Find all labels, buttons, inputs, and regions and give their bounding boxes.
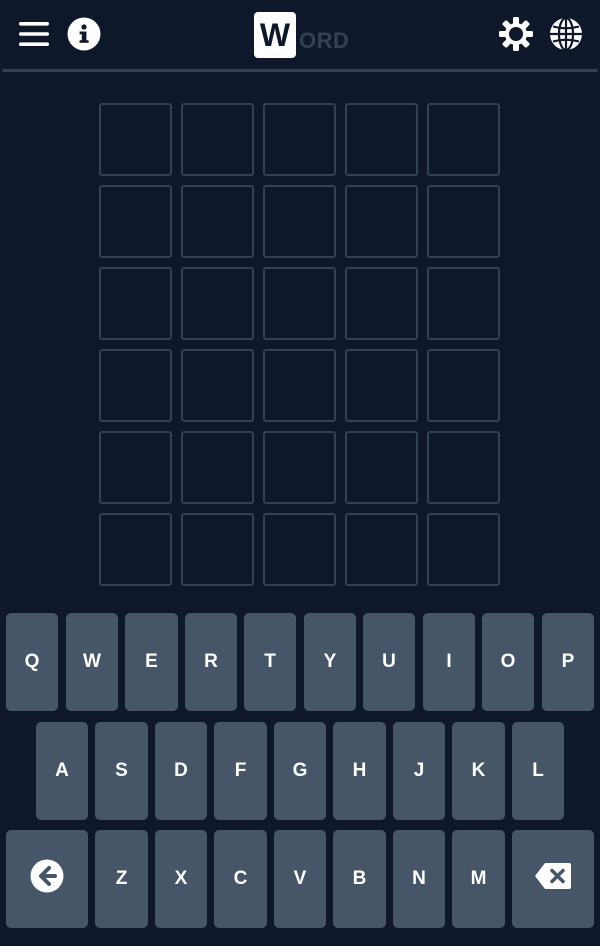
board-tile [345,513,418,586]
board-tile [263,267,336,340]
keyboard-row-1: Q W E R T Y U I O P [0,613,600,711]
key-q[interactable]: Q [6,613,58,711]
language-button[interactable] [547,16,585,57]
key-f[interactable]: F [214,722,267,820]
board-tile [181,185,254,258]
key-l[interactable]: L [512,722,564,820]
key-d[interactable]: D [155,722,207,820]
key-j[interactable]: J [393,722,445,820]
board-tile [345,103,418,176]
board-tile [263,513,336,586]
key-h[interactable]: H [333,722,386,820]
board-tile [263,103,336,176]
keyboard-row-3: Z X C V B N M [0,830,600,928]
game-board [99,103,500,586]
backspace-key[interactable] [512,830,594,928]
board-tile [99,431,172,504]
board-tile [345,349,418,422]
board-tile [427,431,500,504]
settings-button[interactable] [497,16,535,57]
key-i[interactable]: I [423,613,475,711]
board-tile [99,267,172,340]
key-b[interactable]: B [333,830,386,928]
board-tile [345,185,418,258]
key-a[interactable]: A [36,722,88,820]
app-header: W ORD [0,0,600,72]
key-o[interactable]: O [482,613,534,711]
key-m[interactable]: M [452,830,505,928]
key-s[interactable]: S [95,722,148,820]
board-tile [263,431,336,504]
info-icon [67,17,101,56]
board-tile [427,267,500,340]
board-tile [99,349,172,422]
key-k[interactable]: K [452,722,505,820]
key-v[interactable]: V [274,830,326,928]
board-tile [345,267,418,340]
key-t[interactable]: T [244,613,296,711]
board-tile [181,513,254,586]
key-g[interactable]: G [274,722,326,820]
board-tile [99,513,172,586]
globe-icon [548,16,584,57]
board-tile [427,185,500,258]
key-x[interactable]: X [155,830,207,928]
key-w[interactable]: W [66,613,118,711]
board-tile [345,431,418,504]
board-tile [181,431,254,504]
keyboard-row-2: A S D F G H J K L [0,722,600,820]
board-tile [263,185,336,258]
gear-icon [498,16,534,57]
key-c[interactable]: C [214,830,267,928]
key-n[interactable]: N [393,830,445,928]
enter-key[interactable] [6,830,88,928]
info-button[interactable] [66,17,102,56]
key-u[interactable]: U [363,613,415,711]
board-tile [181,103,254,176]
app-logo: W ORD [254,10,349,58]
board-tile [99,103,172,176]
key-e[interactable]: E [125,613,178,711]
board-tile [427,349,500,422]
board-tile [99,185,172,258]
board-tile [427,513,500,586]
board-tile [181,267,254,340]
menu-button[interactable] [16,18,52,54]
key-y[interactable]: Y [304,613,356,711]
key-z[interactable]: Z [95,830,148,928]
arrow-left-circle-icon [30,859,64,899]
logo-text: ORD [299,28,350,53]
board-tile [181,349,254,422]
backspace-icon [534,862,572,896]
hamburger-menu-icon [18,21,50,52]
header-divider [2,69,598,72]
key-r[interactable]: R [185,613,237,711]
key-p[interactable]: P [542,613,594,711]
logo-letter: W [254,12,296,58]
board-tile [427,103,500,176]
board-tile [263,349,336,422]
